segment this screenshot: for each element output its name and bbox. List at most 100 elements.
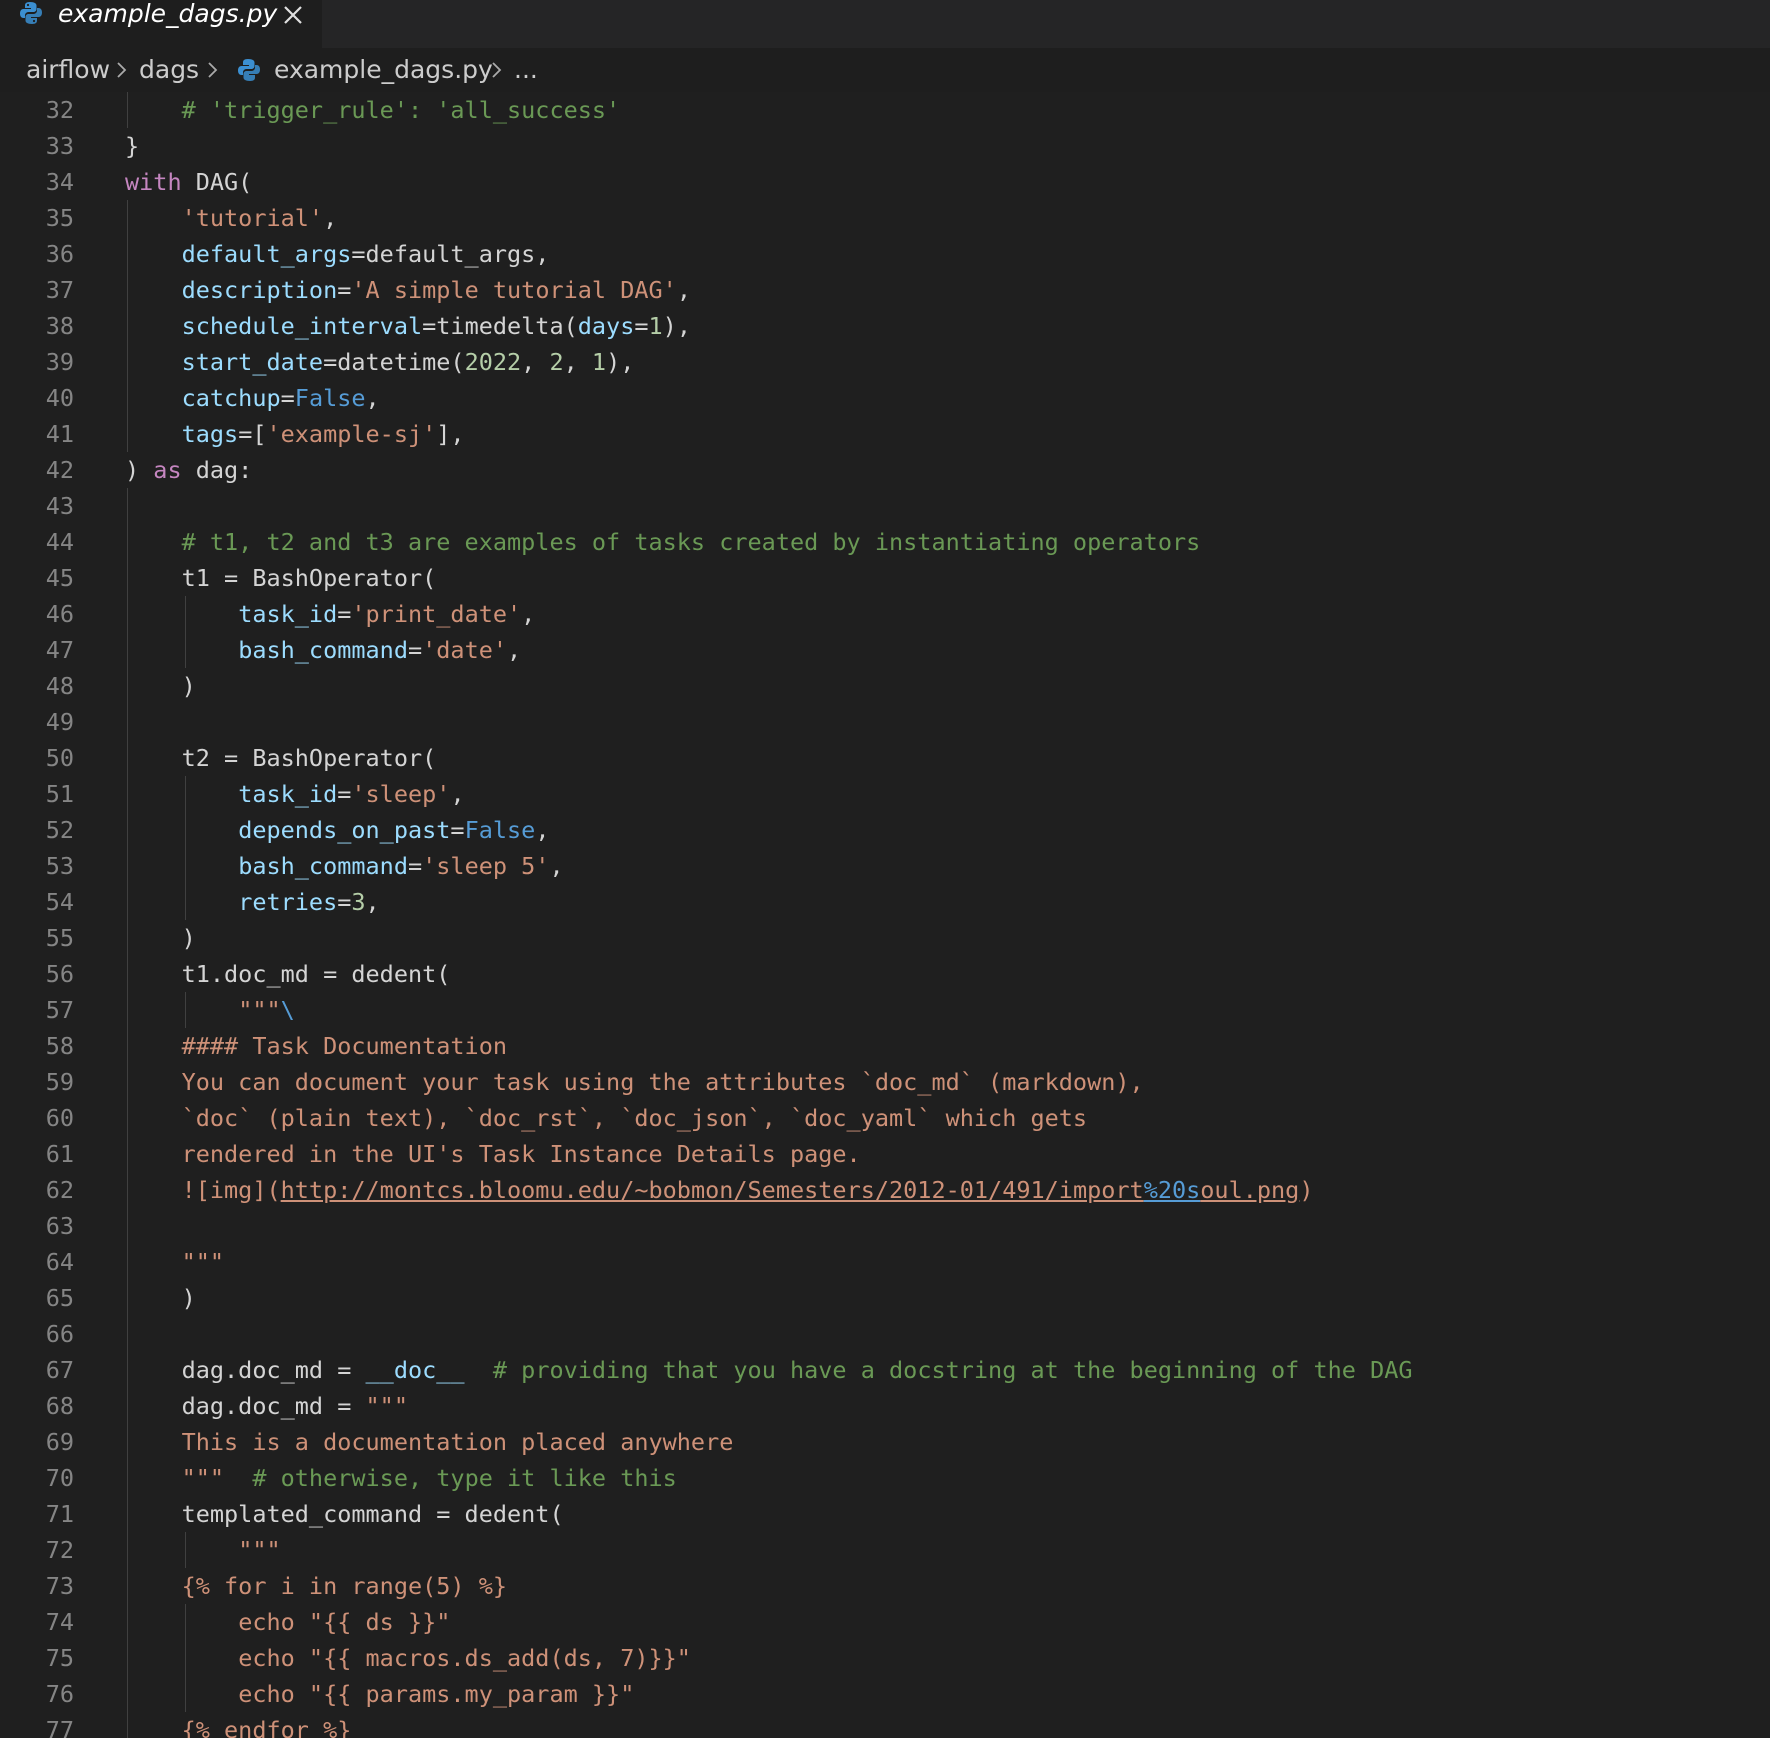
code-line[interactable]: 59 You can document your task using the … bbox=[0, 1064, 1770, 1100]
code-token: bash_command bbox=[238, 636, 408, 664]
code-line[interactable]: 49 bbox=[0, 704, 1770, 740]
code-token: t1 = BashOperator( bbox=[125, 564, 437, 592]
code-line[interactable]: 71 templated_command = dedent( bbox=[0, 1496, 1770, 1532]
code-token: = bbox=[407, 636, 423, 664]
breadcrumb-item-file[interactable]: example_dags.py bbox=[274, 55, 493, 85]
code-line[interactable]: 64 """ bbox=[0, 1244, 1770, 1280]
code-line[interactable]: 45 t1 = BashOperator( bbox=[0, 560, 1770, 596]
code-text: schedule_interval=timedelta(days=1), bbox=[125, 308, 691, 344]
code-line[interactable]: 76 echo "{{ params.my_param }}" bbox=[0, 1676, 1770, 1712]
code-line[interactable]: 33} bbox=[0, 128, 1770, 164]
code-line[interactable]: 62 ![img](http://montcs.bloomu.edu/~bobm… bbox=[0, 1172, 1770, 1208]
code-line[interactable]: 54 retries=3, bbox=[0, 884, 1770, 920]
code-line[interactable]: 73 {% for i in range(5) %} bbox=[0, 1568, 1770, 1604]
code-line[interactable]: 51 task_id='sleep', bbox=[0, 776, 1770, 812]
code-line[interactable]: 52 depends_on_past=False, bbox=[0, 812, 1770, 848]
code-token: = bbox=[337, 780, 352, 808]
code-text: ![img](http://montcs.bloomu.edu/~bobmon/… bbox=[125, 1172, 1314, 1208]
code-line[interactable]: 41 tags=['example-sj'], bbox=[0, 416, 1770, 452]
code-token: =default_args, bbox=[351, 240, 550, 268]
code-line[interactable]: 43 bbox=[0, 488, 1770, 524]
code-line[interactable]: 35 'tutorial', bbox=[0, 200, 1770, 236]
code-line[interactable]: 32 # 'trigger_rule': 'all_success' bbox=[0, 92, 1770, 128]
line-number: 60 bbox=[45, 1104, 74, 1132]
code-token: `doc` (plain text), `doc_rst`, `doc_json… bbox=[181, 1104, 1088, 1132]
code-token: ![img]( bbox=[181, 1176, 281, 1204]
code-line[interactable]: 67 dag.doc_md = __doc__ # providing that… bbox=[0, 1352, 1770, 1388]
code-line[interactable]: 39 start_date=datetime(2022, 2, 1), bbox=[0, 344, 1770, 380]
line-number: 67 bbox=[45, 1356, 74, 1384]
code-line[interactable]: 69 This is a documentation placed anywhe… bbox=[0, 1424, 1770, 1460]
code-line[interactable]: 34 with DAG( bbox=[0, 164, 1770, 200]
code-token: as bbox=[153, 456, 182, 484]
code-line[interactable]: 65 ) bbox=[0, 1280, 1770, 1316]
code-token: task_id bbox=[238, 780, 338, 808]
code-line[interactable]: 57 """\ bbox=[0, 992, 1770, 1028]
breadcrumb-item-symbol[interactable]: ... bbox=[514, 55, 538, 85]
code-line[interactable]: 77 {% endfor %} bbox=[0, 1712, 1770, 1738]
code-line[interactable]: 40 catchup=False, bbox=[0, 380, 1770, 416]
code-line[interactable]: 42) as dag: bbox=[0, 452, 1770, 488]
close-icon[interactable] bbox=[280, 2, 306, 28]
code-line[interactable]: 47 bash_command='date', bbox=[0, 632, 1770, 668]
code-line[interactable]: 56 t1.doc_md = dedent( bbox=[0, 956, 1770, 992]
code-line[interactable]: 55 ) bbox=[0, 920, 1770, 956]
line-number: 65 bbox=[45, 1284, 74, 1312]
line-number: 72 bbox=[45, 1536, 74, 1564]
code-token: task_id bbox=[238, 600, 338, 628]
code-token: ) bbox=[125, 924, 196, 952]
code-line[interactable]: 50 t2 = BashOperator( bbox=[0, 740, 1770, 776]
code-line[interactable]: 75 echo "{{ macros.ds_add(ds, 7)}}" bbox=[0, 1640, 1770, 1676]
code-token: DAG( bbox=[181, 168, 253, 196]
code-text: #### Task Documentation bbox=[125, 1028, 507, 1064]
code-line[interactable]: 66 bbox=[0, 1316, 1770, 1352]
code-line[interactable]: 74 echo "{{ ds }}" bbox=[0, 1604, 1770, 1640]
code-token: , bbox=[365, 888, 380, 916]
code-token: , bbox=[563, 348, 592, 376]
line-number: 74 bbox=[45, 1608, 74, 1636]
line-number: 33 bbox=[45, 132, 74, 160]
code-line[interactable]: 44 # t1, t2 and t3 are examples of tasks… bbox=[0, 524, 1770, 560]
code-line[interactable]: 37 description='A simple tutorial DAG', bbox=[0, 272, 1770, 308]
code-text: catchup=False, bbox=[125, 380, 380, 416]
breadcrumb-item-airflow[interactable]: airflow bbox=[26, 55, 110, 85]
code-line[interactable]: 72 """ bbox=[0, 1532, 1770, 1568]
code-line[interactable]: 38 schedule_interval=timedelta(days=1), bbox=[0, 308, 1770, 344]
code-text: """ # otherwise, type it like this bbox=[125, 1460, 677, 1496]
code-line[interactable]: 63 bbox=[0, 1208, 1770, 1244]
code-line[interactable]: 61 rendered in the UI's Task Instance De… bbox=[0, 1136, 1770, 1172]
code-line[interactable]: 68 dag.doc_md = """ bbox=[0, 1388, 1770, 1424]
code-token: echo "{{ params.my_param }}" bbox=[238, 1680, 635, 1708]
tab-example-dags[interactable]: example_dags.py bbox=[0, 0, 322, 48]
code-line[interactable]: 36 default_args=default_args, bbox=[0, 236, 1770, 272]
code-line[interactable]: 70 """ # otherwise, type it like this bbox=[0, 1460, 1770, 1496]
code-token: dag.doc_md = bbox=[125, 1356, 366, 1384]
code-line[interactable]: 53 bash_command='sleep 5', bbox=[0, 848, 1770, 884]
line-number: 37 bbox=[45, 276, 74, 304]
code-token: catchup bbox=[181, 384, 281, 412]
code-token: =timedelta( bbox=[422, 312, 578, 340]
code-token: , bbox=[676, 276, 691, 304]
code-line[interactable]: 48 ) bbox=[0, 668, 1770, 704]
line-number: 69 bbox=[45, 1428, 74, 1456]
code-editor[interactable]: 32 # 'trigger_rule': 'all_success' 33} 34 w… bbox=[0, 92, 1770, 1738]
code-line[interactable]: 46 task_id='print_date', bbox=[0, 596, 1770, 632]
code-text: start_date=datetime(2022, 2, 1), bbox=[125, 344, 635, 380]
breadcrumb-item-dags[interactable]: dags bbox=[139, 55, 199, 85]
code-line[interactable]: 58 #### Task Documentation bbox=[0, 1028, 1770, 1064]
code-token: oul.png bbox=[1200, 1176, 1300, 1204]
code-token: # providing that you have a docstring at… bbox=[492, 1356, 1413, 1384]
code-token: 'sleep' bbox=[351, 780, 451, 808]
python-icon bbox=[238, 58, 260, 86]
code-token: , bbox=[521, 600, 536, 628]
code-text: This is a documentation placed anywhere bbox=[125, 1424, 734, 1460]
code-line[interactable]: 60 `doc` (plain text), `doc_rst`, `doc_j… bbox=[0, 1100, 1770, 1136]
